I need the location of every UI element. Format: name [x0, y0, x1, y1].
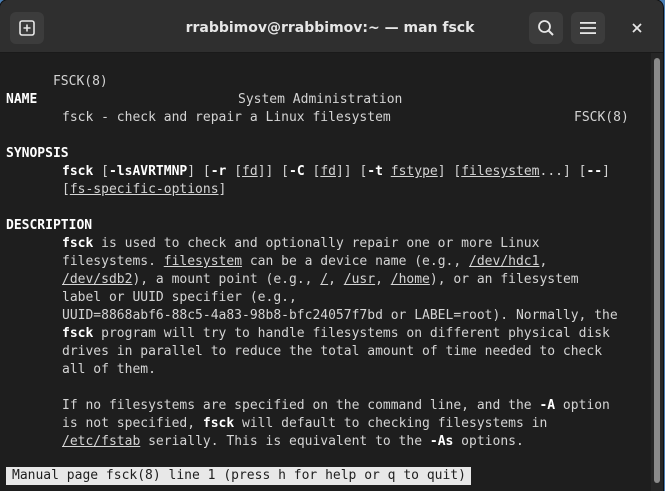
text-run: is not specified, — [62, 416, 203, 431]
underlined-text: fs-specific-options — [69, 182, 219, 197]
text-run: , — [539, 254, 548, 269]
text-run: is used to check and optionally repair o… — [93, 236, 540, 251]
text-run: [ — [62, 182, 70, 197]
text-run: ] [ — [437, 164, 462, 179]
underlined-text: /usr — [343, 272, 376, 287]
text-run: [ — [304, 164, 321, 179]
text-run: filesystems. — [62, 254, 164, 269]
text-run: ), or an filesystem — [429, 272, 579, 287]
text-run: program will try to handle filesystems o… — [93, 326, 610, 341]
section-heading-name: NAME — [6, 92, 38, 107]
text-run — [383, 164, 391, 179]
new-tab-button[interactable] — [10, 12, 44, 44]
bold-text: -C — [289, 164, 305, 179]
underlined-text: fstype — [390, 164, 438, 179]
text-run: options. — [453, 434, 524, 449]
close-icon — [632, 23, 642, 33]
text-run: ] — [218, 182, 227, 197]
text-run: can be a device name (e.g., — [242, 254, 470, 269]
close-button[interactable] — [620, 12, 654, 44]
description-line: label or UUID specifier (e.g., — [62, 289, 297, 307]
terminal-window: rrabbimov@rrabbimov:~ — man fsck FSCK(8) — [0, 0, 663, 491]
underlined-text: fd — [320, 164, 336, 179]
description-line: is not specified, fsck will default to c… — [62, 415, 547, 433]
terminal-view[interactable]: FSCK(8) System Administration FSCK(8) NA… — [0, 53, 650, 491]
search-icon — [538, 20, 554, 36]
text-run: label or UUID specifier (e.g., — [62, 290, 297, 305]
description-line: /etc/fstab serially. This is equivalent … — [62, 433, 524, 451]
header-bar: rrabbimov@rrabbimov:~ — man fsck — [0, 0, 663, 53]
text-run: will default to checking filesystems in — [234, 416, 548, 431]
text-run: , — [375, 272, 391, 287]
section-heading-synopsis: SYNOPSIS — [6, 146, 69, 161]
window-title: rrabbimov@rrabbimov:~ — man fsck — [185, 20, 475, 36]
bold-text: -A — [539, 398, 556, 413]
scrollbar-thumb[interactable] — [654, 58, 660, 483]
underlined-text: filesystem — [461, 164, 540, 179]
description-line: filesystems. filesystem can be a device … — [62, 253, 547, 271]
text-run: ]] [ — [257, 164, 290, 179]
bold-text: fsck — [202, 416, 235, 431]
bold-text: -t — [367, 164, 383, 179]
text-run: drives in parallel to reduce the total a… — [62, 344, 603, 359]
text-run: [ — [226, 164, 243, 179]
name-text: fsck - check and repair a Linux filesyst… — [62, 110, 391, 125]
description-line: If no filesystems are specified on the c… — [62, 397, 610, 415]
description-line: fsck program will try to handle filesyst… — [62, 325, 610, 343]
text-run: serially. This is equivalent to the — [140, 434, 430, 449]
description-line: fsck is used to check and optionally rep… — [62, 235, 539, 253]
pager-status-line: Manual page fsck(8) line 1 (press h for … — [6, 467, 471, 485]
text-run: ] [ — [187, 164, 211, 179]
description-line: all of them. — [62, 361, 156, 379]
search-button[interactable] — [529, 12, 563, 44]
description-line: /dev/sdb2), a mount point (e.g., /, /usr… — [62, 271, 579, 289]
underlined-text: / — [320, 272, 329, 287]
new-tab-icon — [19, 20, 35, 36]
text-run: ...] [ — [539, 164, 587, 179]
underlined-text: filesystem — [163, 254, 243, 269]
underlined-text: /dev/hdc1 — [469, 254, 540, 269]
text-run: ] — [602, 164, 610, 179]
underlined-text: /dev/sdb2 — [62, 272, 133, 287]
bold-text: -As — [429, 434, 454, 449]
bold-text: fsck — [62, 326, 94, 341]
man-header-right: FSCK(8) — [574, 110, 629, 125]
text-run: [ — [93, 164, 109, 179]
description-line: UUID=8868abf6-88c5-4a83-98b8-bfc24057f7b… — [62, 307, 618, 325]
underlined-text: /etc/fstab — [62, 434, 141, 449]
text-run: ]] [ — [335, 164, 368, 179]
text-run: UUID=8868abf6-88c5-4a83-98b8-bfc24057f7b… — [62, 308, 618, 323]
scrollbar[interactable] — [651, 53, 663, 491]
text-run: ), a mount point (e.g., — [132, 272, 321, 287]
text-run: If no filesystems are specified on the c… — [62, 398, 540, 413]
synopsis-line: [fs-specific-options] — [62, 181, 226, 199]
man-header-left: FSCK(8) — [52, 74, 108, 89]
text-run: option — [555, 398, 610, 413]
bold-text: -r — [210, 164, 227, 179]
synopsis-line: fsck [-lsAVRTMNP] [-r [fd]] [-C [fd]] [-… — [62, 163, 610, 181]
menu-button[interactable] — [571, 12, 605, 44]
bold-text: -lsAVRTMNP — [108, 164, 188, 179]
underlined-text: /home — [390, 272, 430, 287]
man-header-center: System Administration — [238, 92, 403, 107]
hamburger-menu-icon — [580, 22, 596, 34]
bold-text: fsck — [62, 164, 94, 179]
bold-text: fsck — [62, 236, 94, 251]
section-heading-description: DESCRIPTION — [6, 218, 93, 233]
description-line: drives in parallel to reduce the total a… — [62, 343, 602, 361]
text-run: , — [328, 272, 344, 287]
underlined-text: fd — [242, 164, 258, 179]
man-header: FSCK(8) System Administration FSCK(8) — [6, 55, 629, 125]
text-run: all of them. — [62, 362, 156, 377]
bold-text: -- — [586, 164, 603, 179]
